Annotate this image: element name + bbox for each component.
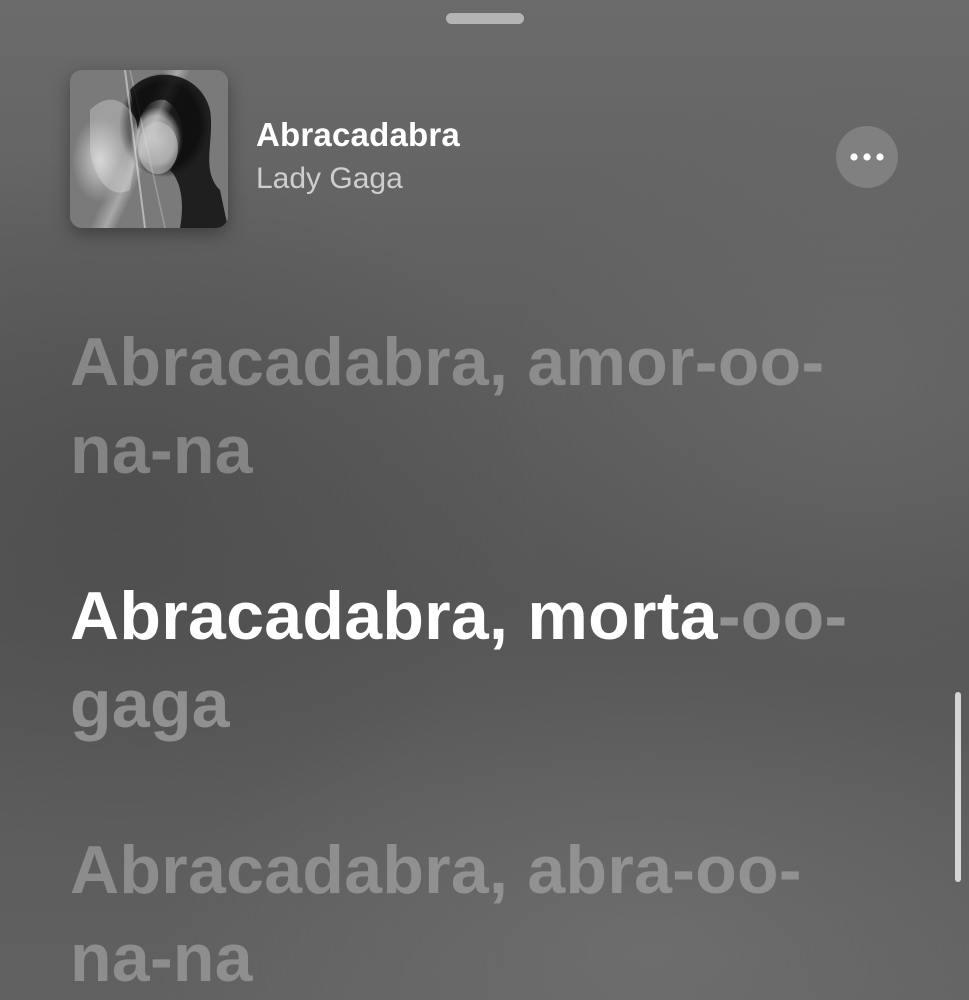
lyric-text: Abracadabra, amor-oo-na-na xyxy=(70,324,825,488)
song-title[interactable]: Abracadabra xyxy=(256,116,460,154)
lyric-line[interactable]: Abracadabra, amor-oo-na-na xyxy=(70,318,890,494)
sheet-grabber[interactable] xyxy=(446,13,524,24)
more-options-button[interactable] xyxy=(836,126,898,188)
lyric-line-current[interactable]: Abracadabra, morta-oo-gaga xyxy=(70,572,890,748)
now-playing-header: Abracadabra Lady Gaga xyxy=(70,70,900,230)
ellipsis-icon xyxy=(850,148,884,166)
lyric-sung-text: Abracadabra, morta xyxy=(70,578,718,654)
lyric-text: Abracadabra, abra-oo-na-na xyxy=(70,832,802,996)
lyric-line[interactable]: Abracadabra, abra-oo-na-na xyxy=(70,826,890,1000)
scrollbar[interactable] xyxy=(955,692,961,882)
artist-name[interactable]: Lady Gaga xyxy=(256,162,403,196)
album-artwork[interactable] xyxy=(70,70,228,228)
lyrics-view: Abracadabra, amor-oo-na-na Abracadabra, … xyxy=(70,318,890,1000)
